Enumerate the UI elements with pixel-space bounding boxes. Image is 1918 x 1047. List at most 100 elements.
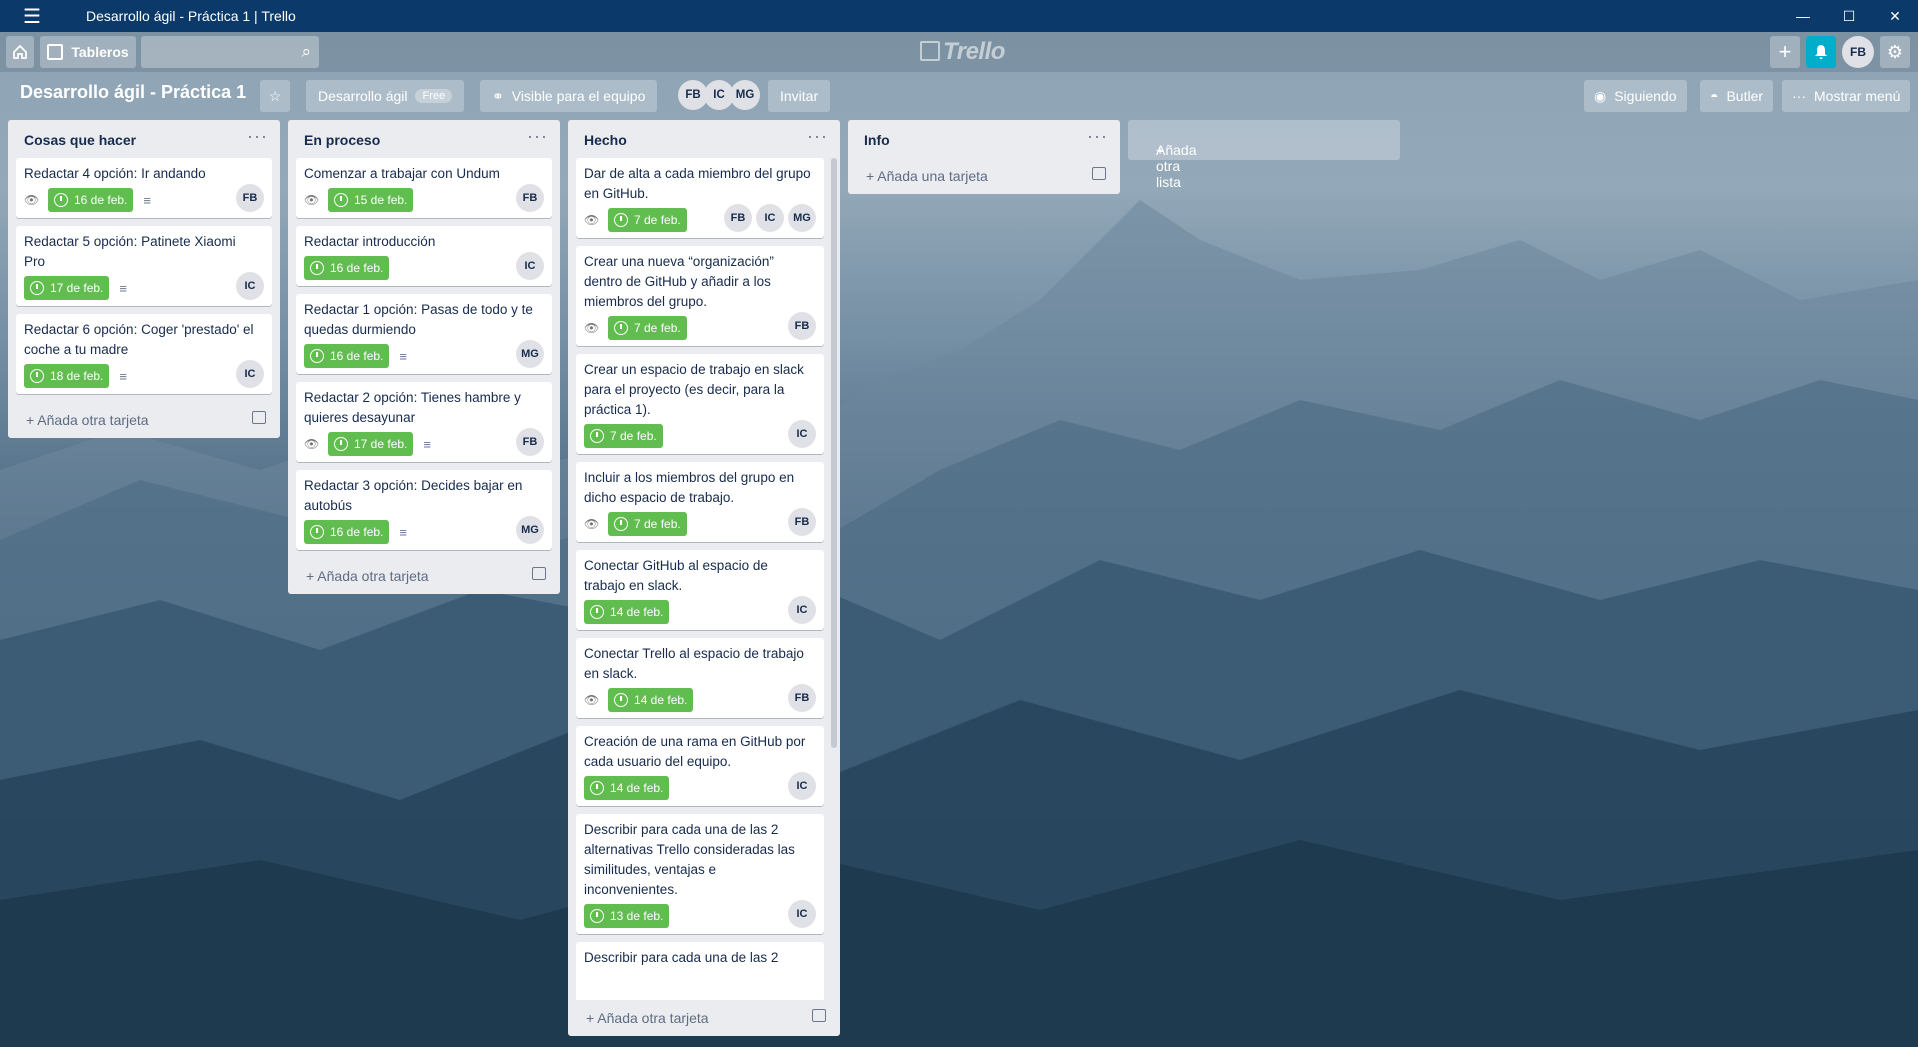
card[interactable]: Crear un espacio de trabajo en slack par…	[576, 354, 824, 454]
star-button[interactable]: ☆	[260, 80, 290, 112]
member-avatar[interactable]: IC	[236, 272, 264, 300]
list-hecho[interactable]: Hecho ··· Dar de alta a cada miembro del…	[568, 120, 840, 1036]
card[interactable]: Conectar Trello al espacio de trabajo en…	[576, 638, 824, 718]
member-avatar[interactable]: FB	[516, 428, 544, 456]
ellipsis-icon: ···	[1792, 88, 1806, 104]
card[interactable]: Comenzar a trabajar con Undum 👁 15 de feb.…	[296, 158, 552, 218]
due-date-badge[interactable]: 16 de feb.	[304, 344, 390, 368]
member-avatar[interactable]: FB	[788, 684, 816, 712]
card[interactable]: Creación de una rama en GitHub por cada …	[576, 726, 824, 806]
minimize-icon[interactable]: —	[1780, 0, 1826, 32]
card-template-icon[interactable]	[1092, 167, 1106, 180]
boards-button[interactable]: Tableros	[40, 36, 136, 68]
member-avatar[interactable]: IC	[788, 420, 816, 448]
due-date-badge[interactable]: 7 de feb.	[608, 316, 687, 340]
due-date-badge[interactable]: 14 de feb.	[584, 776, 670, 800]
list-info[interactable]: Info ··· + Añada una tarjeta	[848, 120, 1120, 194]
card[interactable]: Conectar GitHub al espacio de trabajo en…	[576, 550, 824, 630]
card[interactable]: Incluir a los miembros del grupo en dich…	[576, 462, 824, 542]
card-badges: 👁 7 de feb.	[584, 512, 816, 536]
trello-logo[interactable]: Trello	[920, 38, 1005, 66]
member-avatar[interactable]: FB	[788, 508, 816, 536]
add-card-button[interactable]: + Añada una tarjeta	[848, 158, 1120, 194]
card[interactable]: Describir para cada una de las 2 alterna…	[576, 814, 824, 934]
member-avatar[interactable]: FB	[724, 204, 752, 232]
search-input[interactable]: ⌕	[141, 36, 319, 68]
add-card-button[interactable]: + Añada otra tarjeta	[8, 402, 280, 438]
due-date-badge[interactable]: 7 de feb.	[608, 512, 687, 536]
invite-button[interactable]: Invitar	[768, 80, 831, 112]
user-avatar[interactable]: FB	[1842, 36, 1874, 68]
create-button[interactable]: +	[1770, 36, 1800, 68]
list-title[interactable]: En proceso	[304, 132, 380, 148]
card-badges: 👁 14 de feb.	[584, 688, 816, 712]
member-avatar[interactable]: MG	[516, 340, 544, 368]
board-member-avatar[interactable]: MG	[730, 80, 760, 110]
member-avatar[interactable]: IC	[516, 252, 544, 280]
member-avatar[interactable]: IC	[788, 596, 816, 624]
close-icon[interactable]: ✕	[1872, 0, 1918, 32]
list-cosas-que-hacer[interactable]: Cosas que hacer ··· Redactar 4 opción: I…	[8, 120, 280, 438]
add-card-button[interactable]: + Añada otra tarjeta	[568, 1000, 840, 1036]
list-menu-icon[interactable]: ···	[807, 126, 828, 147]
list-menu-icon[interactable]: ···	[1087, 126, 1108, 147]
settings-button[interactable]: ⚙	[1880, 36, 1910, 68]
member-avatar[interactable]: IC	[756, 204, 784, 232]
card[interactable]: Redactar 6 opción: Coger 'prestado' el c…	[16, 314, 272, 394]
card-members: IC	[512, 252, 544, 280]
card[interactable]: Redactar 1 opción: Pasas de todo y te qu…	[296, 294, 552, 374]
member-avatar[interactable]: MG	[788, 204, 816, 232]
notifications-button[interactable]	[1806, 36, 1836, 68]
list-title[interactable]: Hecho	[584, 132, 627, 148]
list-menu-icon[interactable]: ···	[247, 126, 268, 147]
maximize-icon[interactable]: ☐	[1826, 0, 1872, 32]
list-en-proceso[interactable]: En proceso ··· Comenzar a trabajar con U…	[288, 120, 560, 594]
list-menu-icon[interactable]: ···	[527, 126, 548, 147]
due-date-badge[interactable]: 16 de feb.	[48, 188, 134, 212]
due-date-badge[interactable]: 14 de feb.	[608, 688, 694, 712]
list-title[interactable]: Cosas que hacer	[24, 132, 136, 148]
board-title[interactable]: Desarrollo ágil - Práctica 1	[20, 82, 246, 103]
visibility-button[interactable]: ⚭ Visible para el equipo	[480, 80, 658, 112]
member-avatar[interactable]: IC	[236, 360, 264, 388]
member-avatar[interactable]: FB	[236, 184, 264, 212]
eye-icon: 👁	[304, 437, 320, 451]
hamburger-icon[interactable]: ☰	[16, 0, 48, 32]
card[interactable]: Crear una nueva “organización” dentro de…	[576, 246, 824, 346]
list-scrollbar[interactable]	[831, 158, 837, 748]
due-date-badge[interactable]: 17 de feb.	[24, 276, 110, 300]
due-date-badge[interactable]: 16 de feb.	[304, 256, 390, 280]
home-button[interactable]	[6, 36, 34, 68]
card[interactable]: Redactar 4 opción: Ir andando 👁 16 de feb.…	[16, 158, 272, 218]
search-icon[interactable]: ⌕	[301, 42, 311, 62]
add-list-button[interactable]: + Añada otra lista	[1128, 120, 1400, 190]
card-template-icon[interactable]	[532, 567, 546, 580]
due-date-badge[interactable]: 16 de feb.	[304, 520, 390, 544]
card[interactable]: Redactar 5 opción: Patinete Xiaomi Pro 17…	[16, 226, 272, 306]
member-avatar[interactable]: IC	[788, 900, 816, 928]
show-menu-button[interactable]: ··· Mostrar menú	[1782, 80, 1911, 112]
due-date-badge[interactable]: 17 de feb.	[328, 432, 414, 456]
member-avatar[interactable]: FB	[788, 312, 816, 340]
add-card-button[interactable]: + Añada otra tarjeta	[288, 558, 560, 594]
butler-button[interactable]: ◓ Butler	[1700, 80, 1774, 112]
card-template-icon[interactable]	[812, 1009, 826, 1022]
member-avatar[interactable]: FB	[516, 184, 544, 212]
card-template-icon[interactable]	[252, 411, 266, 424]
due-date-badge[interactable]: 18 de feb.	[24, 364, 110, 388]
member-avatar[interactable]: MG	[516, 516, 544, 544]
due-date-badge[interactable]: 14 de feb.	[584, 600, 670, 624]
team-button[interactable]: Desarrollo ágil Free	[306, 80, 465, 112]
due-date-badge[interactable]: 7 de feb.	[584, 424, 663, 448]
card[interactable]: Redactar introducción 16 de feb. IC	[296, 226, 552, 286]
due-date-badge[interactable]: 13 de feb.	[584, 904, 670, 928]
card[interactable]: Redactar 2 opción: Tienes hambre y quier…	[296, 382, 552, 462]
list-title[interactable]: Info	[864, 132, 890, 148]
following-button[interactable]: ◉ Siguiendo	[1584, 80, 1687, 112]
due-date-badge[interactable]: 7 de feb.	[608, 208, 687, 232]
due-date-badge[interactable]: 15 de feb.	[328, 188, 414, 212]
card[interactable]: Dar de alta a cada miembro del grupo en …	[576, 158, 824, 238]
card[interactable]: Describir para cada una de las 2	[576, 942, 824, 1000]
card[interactable]: Redactar 3 opción: Decides bajar en auto…	[296, 470, 552, 550]
member-avatar[interactable]: IC	[788, 772, 816, 800]
